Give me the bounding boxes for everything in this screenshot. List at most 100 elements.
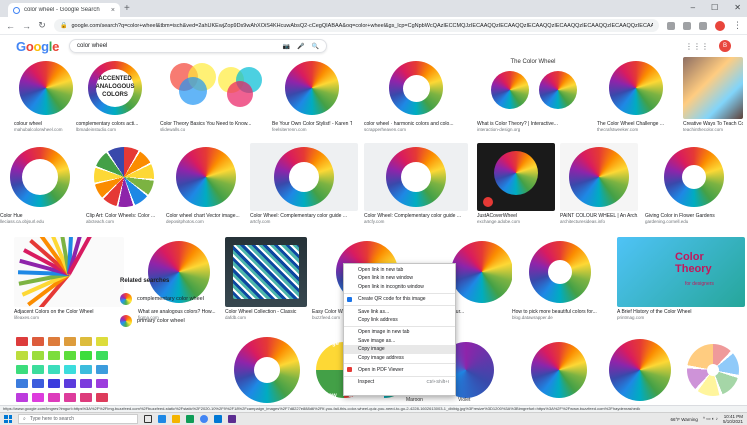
browser-tab[interactable]: color wheel - Google Search ×	[8, 3, 120, 17]
result-thumbnail[interactable]	[166, 143, 246, 211]
context-menu-item[interactable]: Inspect Ctrl+Shift+I	[344, 378, 455, 386]
windows-start-icon[interactable]	[4, 415, 12, 423]
result-thumbnail[interactable]	[160, 57, 262, 119]
result-thumbnail[interactable]	[605, 333, 675, 407]
image-result[interactable]: JustACoverWheel exchange.adobe.com	[477, 143, 555, 225]
context-menu-item[interactable]: Create QR code for this image	[344, 295, 455, 303]
result-thumbnail[interactable]	[364, 57, 468, 119]
result-thumbnail[interactable]	[14, 57, 78, 119]
result-thumbnail[interactable]	[364, 143, 468, 211]
image-result[interactable]: colour wheel mahubalcolorwheel.com	[14, 57, 78, 133]
result-thumbnail[interactable]	[477, 143, 555, 211]
result-thumbnail[interactable]	[272, 57, 352, 119]
image-result[interactable]	[10, 333, 118, 407]
tray-icons[interactable]: ^ ▭ ◐ ♪	[703, 416, 718, 422]
account-avatar[interactable]: B	[719, 40, 731, 52]
chrome-icon[interactable]	[200, 415, 208, 423]
context-menu-item[interactable]: Open link in new window	[344, 274, 455, 282]
mail-icon[interactable]	[214, 415, 222, 423]
back-button[interactable]: ←	[6, 21, 15, 31]
result-thumbnail[interactable]	[225, 333, 309, 407]
image-result[interactable]: How to pick more beautiful colors for...…	[512, 237, 608, 321]
profile-avatar[interactable]	[715, 20, 725, 31]
extension-icon[interactable]	[667, 21, 675, 30]
forward-button[interactable]: →	[22, 21, 31, 31]
close-window-button[interactable]: ✕	[734, 3, 741, 12]
result-thumbnail[interactable]: ACCENTED ANALOGOUS COLORS	[76, 57, 154, 119]
taskbar-search[interactable]: ⌕ Type here to search	[18, 414, 138, 424]
image-result[interactable]	[605, 333, 675, 407]
result-thumbnail[interactable]	[225, 237, 307, 307]
context-menu-item[interactable]: Open link in incognito window	[344, 283, 455, 291]
new-tab-button[interactable]: +	[124, 3, 130, 15]
context-menu-item[interactable]: Save link as...	[344, 308, 455, 316]
result-thumbnail[interactable]	[512, 237, 608, 307]
image-result[interactable]: Creative Ways To Teach Col... teachinthec…	[683, 57, 743, 133]
image-result[interactable]: 9 days ago	[527, 333, 591, 407]
maximize-button[interactable]: ☐	[711, 3, 718, 12]
image-result[interactable]: Be Your Own Color Stylist! - Karen Tarve…	[272, 57, 352, 133]
result-thumbnail[interactable]	[683, 57, 743, 119]
image-result[interactable]: Giving Color in Flower Gardens gardening.…	[645, 143, 743, 225]
result-thumbnail[interactable]: Violet	[452, 333, 516, 407]
address-bar[interactable]: 🔒 google.com/search?q=color+wheel&tbm=is…	[54, 19, 659, 32]
result-thumbnail[interactable]	[597, 57, 675, 119]
related-item[interactable]: complementary color wheel	[120, 288, 222, 310]
google-logo[interactable]: Google	[16, 39, 59, 54]
result-thumbnail[interactable]	[683, 333, 743, 407]
result-thumbnail[interactable]: Color Theory for designers	[617, 237, 745, 307]
file-explorer-icon[interactable]	[172, 415, 180, 423]
image-result[interactable]: Color Wheel: Complementary color guide .…	[364, 143, 468, 225]
result-thumbnail[interactable]	[10, 333, 118, 407]
context-menu-item[interactable]: Open in PDF Viewer	[344, 366, 455, 374]
result-thumbnail[interactable]	[0, 143, 80, 211]
result-thumbnail[interactable]	[14, 237, 124, 307]
microphone-icon[interactable]: 🎤	[297, 43, 304, 50]
reload-button[interactable]: ↻	[38, 20, 46, 31]
clock[interactable]: 10:41 PM 5/10/2021	[723, 414, 743, 424]
image-result[interactable]: Color wheel chart Vector image... deposit…	[166, 143, 246, 225]
task-view-icon[interactable]	[144, 415, 152, 423]
image-result[interactable]: Violet	[452, 333, 516, 407]
result-thumbnail[interactable]	[560, 143, 638, 211]
image-result[interactable]: Color Theory for designers A Brief History…	[617, 237, 745, 321]
image-result[interactable]: color wheel · harmonic colors and colo..…	[364, 57, 468, 133]
store-icon[interactable]	[186, 415, 194, 423]
image-result[interactable]: The Color Wheel What is Color Theory? | I…	[477, 57, 589, 133]
camera-icon[interactable]: 📷	[283, 43, 290, 50]
result-thumbnail[interactable]	[86, 143, 162, 211]
image-result[interactable]: Color Hue lleciass.ca.objsurl.edu	[0, 143, 80, 225]
tab-close-icon[interactable]: ×	[111, 7, 115, 14]
context-menu-item[interactable]: Save image as...	[344, 337, 455, 345]
browser-menu-icon[interactable]: ⋮	[733, 20, 742, 31]
image-result[interactable]: Adjacent Colors on the Color Wheel lifeax…	[14, 237, 124, 321]
search-icon[interactable]: 🔍	[312, 43, 319, 50]
result-thumbnail[interactable]	[527, 333, 591, 407]
image-result[interactable]: PAINT COLOUR WHEEL | An Arch... architect…	[560, 143, 638, 225]
result-thumbnail[interactable]: The Color Wheel	[477, 57, 589, 119]
app-icon[interactable]	[228, 415, 236, 423]
weather-label[interactable]: 66°F Warning	[670, 417, 697, 422]
minimize-button[interactable]: –	[691, 3, 695, 12]
extensions-puzzle-icon[interactable]	[699, 21, 707, 30]
image-result[interactable]: Color Theory Basics You Need to Know... s…	[160, 57, 262, 133]
context-menu-item[interactable]: Open link in new tab	[344, 266, 455, 274]
result-thumbnail[interactable]	[250, 143, 358, 211]
edge-icon[interactable]	[158, 415, 166, 423]
image-result[interactable]	[225, 333, 309, 407]
image-result[interactable]: Color Wheel: Complementary color guide .…	[250, 143, 358, 225]
result-thumbnail[interactable]	[645, 143, 743, 211]
context-menu-item[interactable]: Copy image address	[344, 354, 455, 362]
search-input[interactable]: color wheel 📷 🎤 🔍	[69, 39, 328, 53]
image-result[interactable]: ACCENTED ANALOGOUS COLORS complementary c…	[76, 57, 154, 133]
bookmark-icon[interactable]	[683, 21, 691, 30]
related-item[interactable]: primary color wheel	[120, 310, 222, 332]
context-menu-item[interactable]: Copy link address	[344, 316, 455, 324]
context-menu-item[interactable]: Copy image	[344, 345, 455, 354]
image-result[interactable]: Clip Art: Color Wheels: Color ... abcteac…	[86, 143, 162, 225]
image-result[interactable]	[683, 333, 743, 407]
image-result[interactable]: The Color Wheel Challenge ... thecrafstwe…	[597, 57, 675, 133]
context-menu-item[interactable]: Open image in new tab	[344, 328, 455, 336]
apps-grid-icon[interactable]: ⋮⋮⋮	[685, 42, 709, 51]
image-result[interactable]: Color Wheel Collection - Classic dafdb.co…	[225, 237, 307, 321]
